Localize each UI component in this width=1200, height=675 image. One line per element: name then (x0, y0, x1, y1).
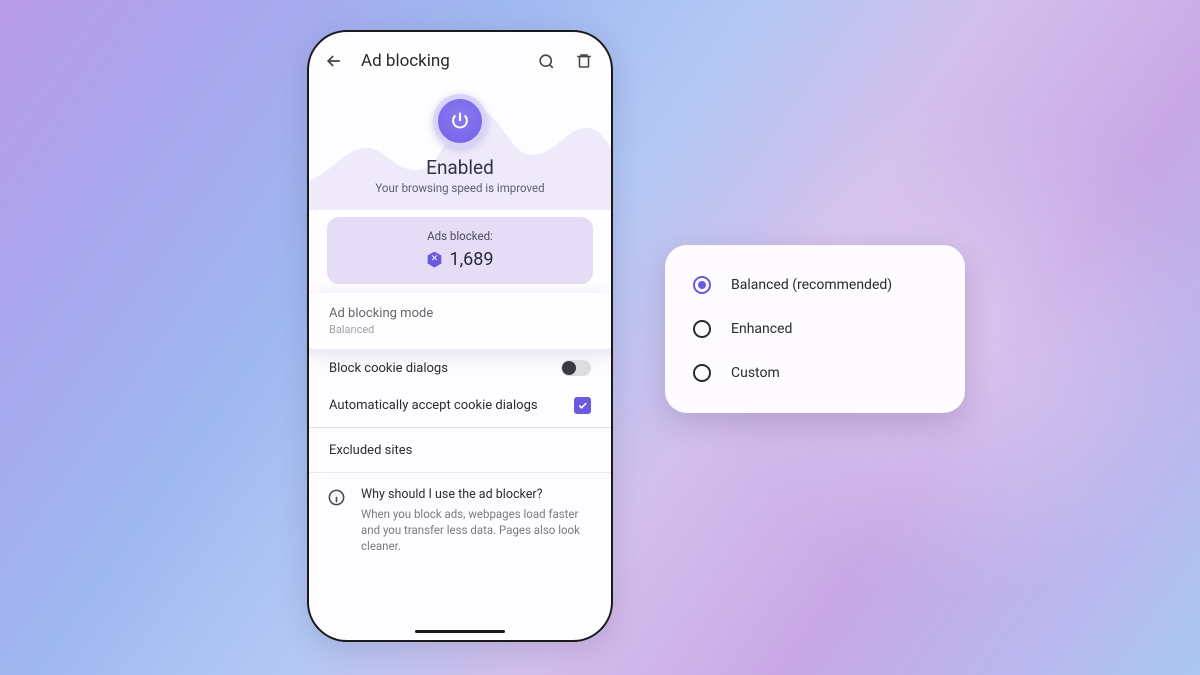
search-icon[interactable] (535, 50, 557, 72)
app-bar: Ad blocking (309, 46, 611, 80)
status-subtitle: Your browsing speed is improved (327, 181, 593, 195)
option-custom[interactable]: Custom (675, 351, 955, 395)
hero-section: Enabled Your browsing speed is improved (309, 80, 611, 203)
excluded-sites-label: Excluded sites (329, 443, 412, 458)
home-indicator[interactable] (415, 630, 505, 633)
auto-accept-label: Automatically accept cookie dialogs (329, 398, 538, 413)
ad-blocking-mode-row[interactable]: Ad blocking mode Balanced (309, 294, 611, 347)
ads-blocked-count: 1,689 (449, 249, 493, 270)
mode-options-popup: Balanced (recommended) Enhanced Custom (665, 245, 965, 413)
block-cookie-dialogs-row[interactable]: Block cookie dialogs (309, 348, 611, 387)
info-answer: When you block ads, webpages load faster… (361, 506, 581, 554)
radio-icon (693, 364, 711, 382)
option-label: Enhanced (731, 321, 792, 337)
mode-row-title: Ad blocking mode (329, 306, 433, 321)
info-icon (327, 488, 347, 511)
ads-blocked-card[interactable]: Ads blocked: ✕ 1,689 (327, 217, 593, 284)
option-enhanced[interactable]: Enhanced (675, 307, 955, 351)
info-question: Why should I use the ad blocker? (361, 487, 581, 502)
status-title: Enabled (327, 156, 593, 179)
auto-accept-cookie-row[interactable]: Automatically accept cookie dialogs (309, 387, 611, 427)
option-label: Custom (731, 365, 780, 381)
option-balanced[interactable]: Balanced (recommended) (675, 263, 955, 307)
ads-blocked-label: Ads blocked: (337, 229, 583, 243)
info-row: Why should I use the ad blocker? When yo… (309, 473, 611, 570)
block-cookie-label: Block cookie dialogs (329, 361, 448, 376)
back-icon[interactable] (323, 50, 345, 72)
radio-selected-icon (693, 276, 711, 294)
phone-frame: Ad blocking Enabled Your browsing speed … (307, 30, 613, 642)
mode-row-value: Balanced (329, 323, 433, 336)
auto-accept-checkbox[interactable] (574, 397, 591, 414)
excluded-sites-row[interactable]: Excluded sites (309, 428, 611, 472)
power-toggle-button[interactable] (433, 94, 487, 148)
delete-icon[interactable] (573, 50, 595, 72)
block-cookie-toggle[interactable] (561, 360, 591, 376)
option-label: Balanced (recommended) (731, 277, 892, 293)
shield-hex-icon: ✕ (426, 252, 442, 268)
page-title: Ad blocking (361, 51, 519, 71)
radio-icon (693, 320, 711, 338)
power-icon (449, 110, 471, 132)
